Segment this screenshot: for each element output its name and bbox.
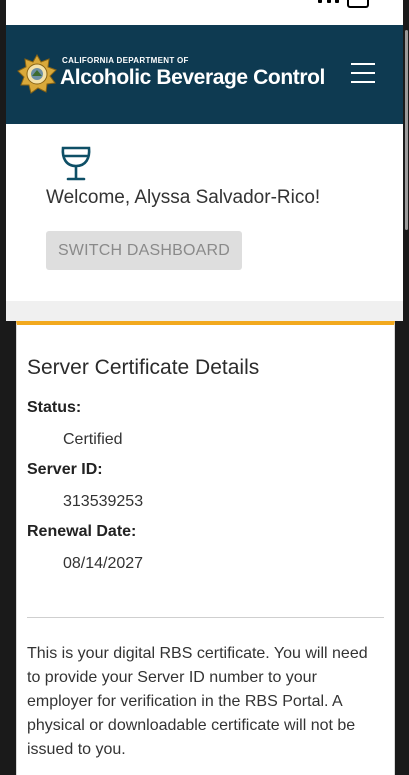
switch-dashboard-button[interactable]: SWITCH DASHBOARD [46, 231, 242, 270]
app-header: CALIFORNIA DEPARTMENT OF Alcoholic Bever… [6, 25, 403, 124]
server-id-label: Server ID: [27, 461, 103, 478]
certificate-card: Server Certificate Details Status: Certi… [16, 321, 395, 775]
server-id-value: 313539253 [63, 493, 144, 510]
renewal-date-label: Renewal Date: [27, 523, 137, 540]
scrollbar[interactable] [405, 30, 408, 230]
status-label: Status: [27, 399, 82, 416]
signal-icon [318, 0, 339, 8]
status-value: Certified [63, 431, 123, 448]
battery-icon [347, 0, 369, 8]
section-gap [6, 301, 403, 321]
welcome-greeting: Welcome, Alyssa Salvador-Rico! [46, 187, 321, 208]
renewal-date-value: 08/14/2027 [63, 555, 144, 572]
card-divider [27, 617, 384, 618]
phone-screen: CALIFORNIA DEPARTMENT OF Alcoholic Bever… [0, 0, 409, 775]
certificate-info-text: This is your digital RBS certificate. Yo… [27, 645, 368, 758]
abc-seal-icon [17, 54, 57, 94]
logo-title: Alcoholic Beverage Control [60, 66, 325, 89]
status-icons [318, 0, 369, 8]
hamburger-menu-icon[interactable] [351, 63, 375, 83]
welcome-panel: Welcome, Alyssa Salvador-Rico! SWITCH DA… [6, 124, 403, 301]
wine-glass-icon [61, 146, 91, 181]
status-bar [6, 0, 403, 25]
card-title: Server Certificate Details [27, 356, 260, 379]
logo-subtitle: CALIFORNIA DEPARTMENT OF [62, 56, 189, 65]
